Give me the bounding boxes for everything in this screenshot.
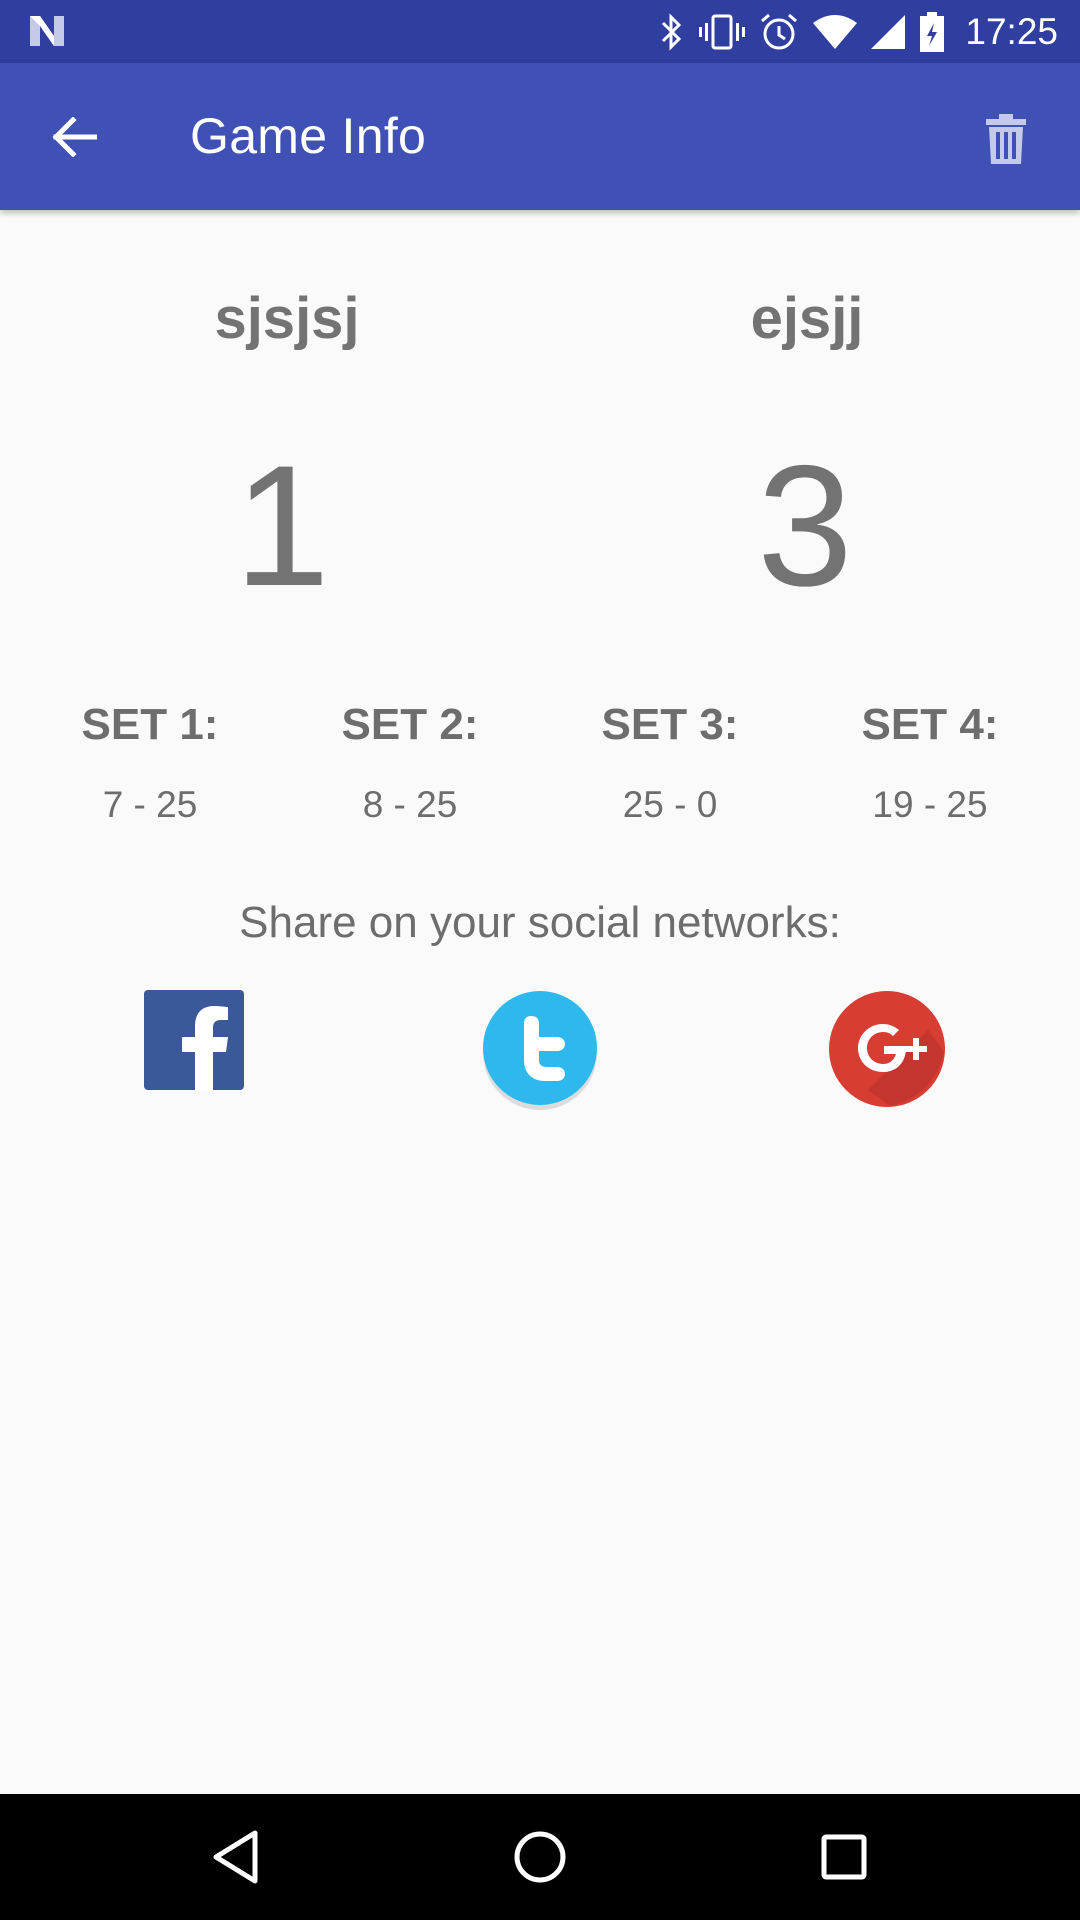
alarm-icon: [759, 12, 799, 52]
set-label: SET 2:: [341, 700, 479, 749]
nav-recents-icon: [821, 1834, 867, 1880]
twitter-share-button[interactable]: [481, 990, 599, 1112]
wifi-icon: [813, 14, 858, 49]
delete-button[interactable]: [966, 99, 1046, 179]
set-item: SET 1: 7 - 25: [20, 700, 280, 826]
set-score: 8 - 25: [362, 784, 458, 825]
nav-back-button[interactable]: [203, 1824, 269, 1890]
twitter-icon: [483, 991, 597, 1110]
set-score: 19 - 25: [872, 784, 988, 825]
status-icons: 17:25: [659, 0, 1058, 63]
set-score: 25 - 0: [622, 784, 718, 825]
navigation-bar: [0, 1794, 1080, 1920]
trash-icon: [986, 114, 1026, 164]
team-right-name: ejsjj: [750, 286, 864, 351]
set-item: SET 2: 8 - 25: [280, 700, 540, 826]
set-label: SET 4:: [861, 700, 999, 749]
page-title: Game Info: [190, 108, 427, 164]
set-label: SET 1:: [81, 700, 219, 749]
set-score: 7 - 25: [102, 784, 198, 825]
team-right-score: 3: [757, 430, 853, 622]
nav-recents-button[interactable]: [811, 1824, 877, 1890]
set-item: SET 3: 25 - 0: [540, 700, 800, 826]
set-item: SET 4: 19 - 25: [800, 700, 1060, 826]
facebook-icon: [144, 990, 244, 1090]
facebook-share-button[interactable]: [144, 990, 244, 1090]
sets-row: SET 1: 7 - 25 SET 2: 8 - 25 SET 3: 25 - …: [20, 700, 1060, 826]
status-clock: 17:25: [965, 10, 1058, 52]
notification-n-icon: [28, 14, 66, 53]
google-plus-share-button[interactable]: [828, 990, 946, 1108]
vibrate-icon: [699, 13, 746, 51]
google-plus-icon: [829, 991, 945, 1107]
team-left-name: sjsjsj: [214, 286, 360, 351]
bluetooth-icon: [659, 12, 685, 51]
arrow-back-icon: [52, 117, 97, 157]
signal-icon: [871, 14, 906, 49]
nav-back-icon: [213, 1830, 258, 1884]
app-bar: Game Info: [0, 63, 1080, 210]
team-left-score: 1: [234, 430, 330, 622]
set-label: SET 3:: [601, 700, 739, 749]
nav-home-icon: [514, 1831, 566, 1883]
nav-home-button[interactable]: [507, 1824, 573, 1890]
back-button[interactable]: [34, 97, 114, 177]
share-label: Share on your social networks:: [239, 898, 841, 947]
status-bar: 17:25: [0, 0, 1080, 63]
battery-charging-icon: [919, 11, 945, 53]
